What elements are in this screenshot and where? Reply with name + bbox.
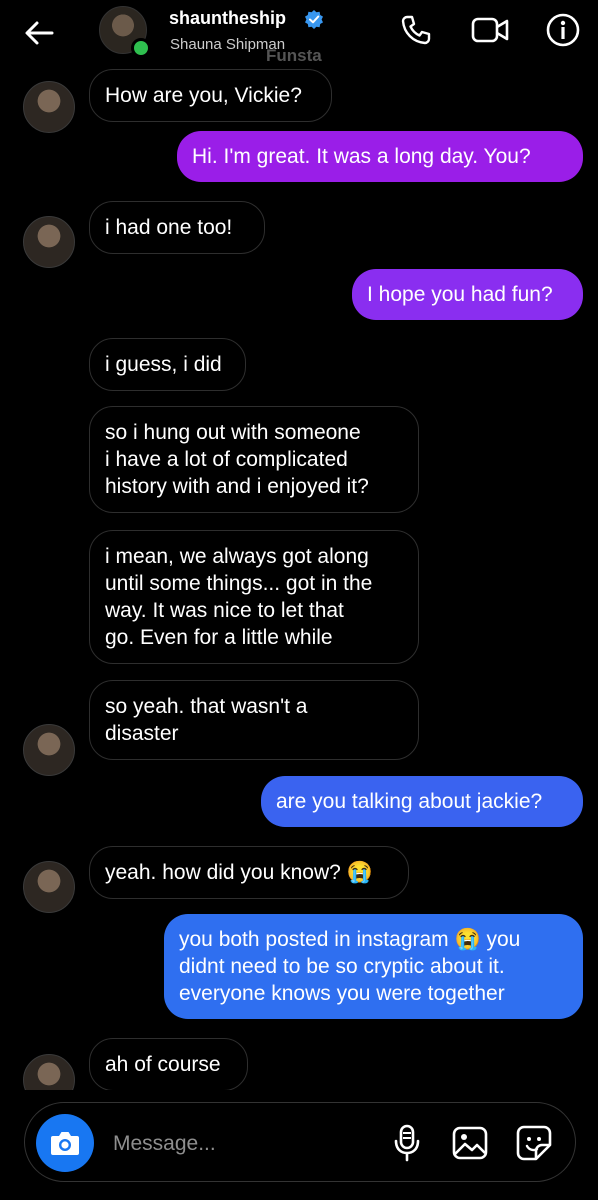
info-icon[interactable]	[545, 12, 581, 48]
avatar[interactable]	[23, 81, 75, 133]
message-bubble[interactable]: How are you, Vickie?	[89, 69, 332, 122]
watermark-text: Funsta	[266, 46, 322, 65]
back-arrow-icon[interactable]	[22, 16, 56, 50]
online-status-dot	[131, 38, 151, 58]
avatar[interactable]	[23, 216, 75, 268]
camera-button[interactable]	[36, 1114, 94, 1172]
message-bubble[interactable]: i mean, we always got along until some t…	[89, 530, 419, 664]
message-bubble[interactable]: so i hung out with someone i have a lot …	[89, 406, 419, 513]
message-bubble[interactable]: are you talking about jackie?	[261, 776, 583, 827]
chat-header: shauntheship Shauna Shipman Funsta	[0, 0, 598, 65]
message-bubble[interactable]: i guess, i did	[89, 338, 246, 391]
video-camera-icon[interactable]	[470, 12, 510, 48]
sticker-icon[interactable]	[514, 1123, 554, 1163]
message-bubble[interactable]: ah of course	[89, 1038, 248, 1090]
phone-icon[interactable]	[398, 12, 434, 48]
camera-icon[interactable]	[49, 1128, 81, 1158]
message-bubble[interactable]: yeah. how did you know? 😭	[89, 846, 409, 899]
avatar[interactable]	[23, 861, 75, 913]
gallery-icon[interactable]	[450, 1123, 490, 1163]
message-composer	[24, 1102, 576, 1182]
username[interactable]: shauntheship	[169, 8, 286, 29]
verified-badge-icon	[305, 10, 323, 29]
message-bubble[interactable]: you both posted in instagram 😭 you didnt…	[164, 914, 583, 1019]
message-bubble[interactable]: i had one too!	[89, 201, 265, 254]
avatar[interactable]	[23, 1054, 75, 1090]
message-input[interactable]	[111, 1127, 355, 1161]
avatar[interactable]	[23, 724, 75, 776]
microphone-icon[interactable]	[387, 1123, 427, 1163]
message-bubble[interactable]: I hope you had fun?	[352, 269, 583, 320]
message-bubble[interactable]: Hi. I'm great. It was a long day. You?	[177, 131, 583, 182]
message-thread[interactable]: How are you, Vickie? Hi. I'm great. It w…	[0, 64, 598, 1090]
message-bubble[interactable]: so yeah. that wasn't a disaster	[89, 680, 419, 760]
